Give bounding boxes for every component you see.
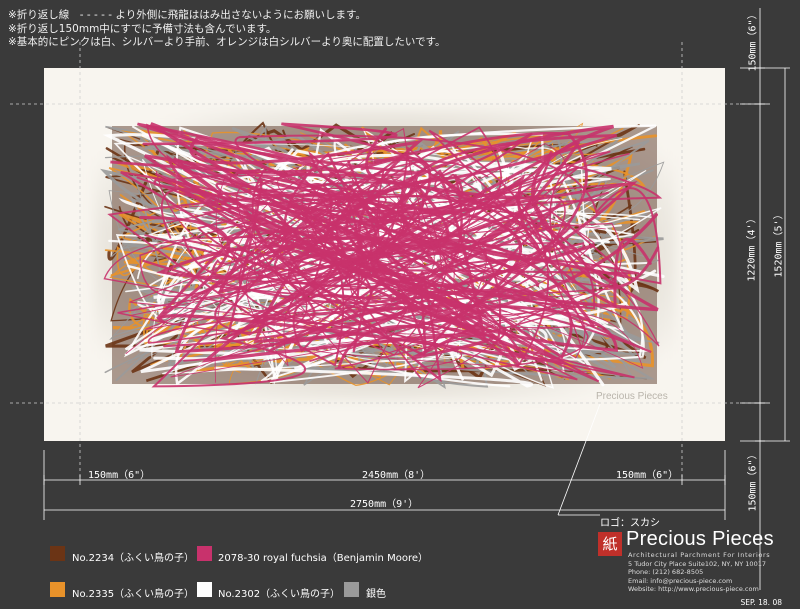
legend-label: 2078-30 royal fuchsia（Benjamin Moore）: [218, 553, 428, 564]
phone: Phone: (212) 682-8505: [628, 568, 704, 577]
website: Website: http://www.precious-piece.com: [628, 584, 759, 593]
brand-name: Precious Pieces: [626, 528, 774, 550]
swatch-brown: [50, 546, 65, 561]
swatch-orange: [50, 582, 65, 597]
dim-center-width: 2450mm（8'）: [362, 470, 431, 481]
legend-label: No.2335（ふくい鳥の子）: [72, 589, 195, 600]
email: Email: info@precious-piece.com: [628, 576, 733, 585]
legend-label: 銀色: [366, 589, 386, 600]
legend-label: No.2234（ふくい鳥の子）: [72, 553, 195, 564]
swatch-white: [197, 582, 212, 597]
dim-total-width: 2750mm（9'）: [350, 499, 419, 510]
dim-left-fold: 150mm（6"）: [88, 470, 151, 481]
brand-tagline: Architectural Parchment For Interiors: [628, 551, 771, 559]
kanji-logo-mark: 紙: [598, 532, 622, 556]
swatch-silver: [344, 582, 359, 597]
legend-label: No.2302（ふくい鳥の子）: [218, 589, 341, 600]
color-legend: No.2234（ふくい鳥の子） 2078-30 royal fuchsia（Be…: [50, 546, 470, 606]
logo-note: ロゴ：スカシ: [600, 518, 660, 529]
dimension-lines: [10, 8, 790, 590]
address: 5 Tudor City Place Suite102, NY, NY 1001…: [628, 560, 766, 568]
dim-total-height: 1520mm（5'）: [773, 209, 785, 278]
watermark-logo: Precious Pieces: [596, 391, 668, 402]
brand-contact: 5 Tudor City Place Suite102, NY, NY 1001…: [628, 560, 766, 593]
dim-center-height: 1220mm（4'）: [746, 213, 758, 282]
dim-top-fold: 150mm（6"）: [747, 9, 759, 72]
dim-right-fold: 150mm（6"）: [616, 470, 679, 481]
swatch-fuchsia: [197, 546, 212, 561]
dim-bottom-fold: 150mm（6"）: [747, 449, 759, 512]
drawing-date: SEP. 18. 08: [740, 598, 782, 607]
